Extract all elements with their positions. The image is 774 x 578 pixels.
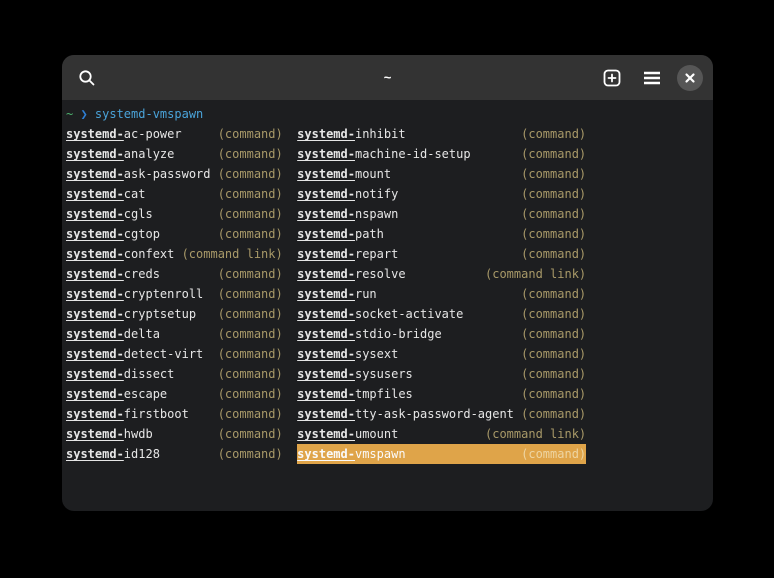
new-tab-icon: [603, 69, 621, 87]
completion-item: systemd-resolve(command link): [297, 264, 586, 284]
completion-row: systemd-confext(command link) systemd-rep…: [66, 244, 709, 264]
terminal-titlebar[interactable]: ~: [62, 55, 713, 100]
completion-item: systemd-cryptsetup(command): [66, 304, 283, 324]
completion-item: systemd-cat(command): [66, 184, 283, 204]
completion-row: systemd-detect-virt(command) systemd-syse…: [66, 344, 709, 364]
completion-row: systemd-hwdb(command) systemd-umount(comm…: [66, 424, 709, 444]
desktop-background: { "window": { "title": "~" }, "titlebar"…: [0, 0, 774, 578]
completion-item: systemd-id128(command): [66, 444, 283, 464]
completion-item: systemd-socket-activate(command): [297, 304, 586, 324]
completion-row: systemd-cryptenroll(command) systemd-run(…: [66, 284, 709, 304]
prompt-cwd: ~: [66, 104, 73, 124]
completion-item: systemd-delta(command): [66, 324, 283, 344]
prompt-line: ~ ❯ systemd-vmspawn: [66, 104, 709, 124]
completion-item: systemd-machine-id-setup(command): [297, 144, 586, 164]
search-icon: [78, 69, 96, 87]
completion-row: systemd-creds(command) systemd-resolve(co…: [66, 264, 709, 284]
completion-item: systemd-ask-password(command): [66, 164, 283, 184]
completion-item-selected: systemd-vmspawn(command): [297, 444, 586, 464]
completion-item: systemd-firstboot(command): [66, 404, 283, 424]
prompt-chevron: ❯: [80, 104, 87, 124]
completion-item: systemd-path(command): [297, 224, 586, 244]
completion-item: systemd-cgls(command): [66, 204, 283, 224]
completion-row: systemd-ask-password(command) systemd-mou…: [66, 164, 709, 184]
completion-row: systemd-firstboot(command) systemd-tty-as…: [66, 404, 709, 424]
completion-item: systemd-inhibit(command): [297, 124, 586, 144]
completion-item: systemd-cryptenroll(command): [66, 284, 283, 304]
terminal-window: ~: [62, 55, 713, 511]
completion-row: systemd-cryptsetup(command) systemd-socke…: [66, 304, 709, 324]
completion-item: systemd-creds(command): [66, 264, 283, 284]
completion-row: systemd-analyze(command) systemd-machine-…: [66, 144, 709, 164]
completion-item: systemd-tmpfiles(command): [297, 384, 586, 404]
completion-row: systemd-cat(command) systemd-notify(comma…: [66, 184, 709, 204]
close-button[interactable]: [677, 65, 703, 91]
menu-button[interactable]: [637, 63, 667, 93]
completion-item: systemd-detect-virt(command): [66, 344, 283, 364]
completion-row: systemd-cgls(command) systemd-nspawn(comm…: [66, 204, 709, 224]
completion-item: systemd-dissect(command): [66, 364, 283, 384]
completion-item: systemd-sysusers(command): [297, 364, 586, 384]
completion-list: systemd-ac-power(command) systemd-inhibit…: [66, 124, 709, 464]
completion-item: systemd-umount(command link): [297, 424, 586, 444]
completion-row: systemd-delta(command) systemd-stdio-brid…: [66, 324, 709, 344]
completion-item: systemd-stdio-bridge(command): [297, 324, 586, 344]
search-button[interactable]: [72, 63, 102, 93]
completion-row: systemd-escape(command) systemd-tmpfiles(…: [66, 384, 709, 404]
completion-item: systemd-mount(command): [297, 164, 586, 184]
titlebar-actions: [597, 63, 703, 93]
terminal-screen[interactable]: ~ ❯ systemd-vmspawn systemd-ac-power(com…: [62, 100, 713, 464]
menu-icon: [643, 71, 661, 85]
new-tab-button[interactable]: [597, 63, 627, 93]
completion-row: systemd-id128(command) systemd-vmspawn(co…: [66, 444, 709, 464]
completion-row: systemd-cgtop(command) systemd-path(comma…: [66, 224, 709, 244]
completion-item: systemd-tty-ask-password-agent(command): [297, 404, 586, 424]
completion-item: systemd-nspawn(command): [297, 204, 586, 224]
completion-item: systemd-cgtop(command): [66, 224, 283, 244]
close-icon: [684, 72, 696, 84]
completion-item: systemd-hwdb(command): [66, 424, 283, 444]
completion-item: systemd-sysext(command): [297, 344, 586, 364]
typed-command: systemd-vmspawn: [95, 104, 203, 124]
completion-item: systemd-repart(command): [297, 244, 586, 264]
completion-row: systemd-dissect(command) systemd-sysusers…: [66, 364, 709, 384]
completion-item: systemd-analyze(command): [66, 144, 283, 164]
completion-item: systemd-confext(command link): [66, 244, 283, 264]
completion-item: systemd-run(command): [297, 284, 586, 304]
completion-item: systemd-escape(command): [66, 384, 283, 404]
completion-item: systemd-ac-power(command): [66, 124, 283, 144]
completion-item: systemd-notify(command): [297, 184, 586, 204]
completion-row: systemd-ac-power(command) systemd-inhibit…: [66, 124, 709, 144]
